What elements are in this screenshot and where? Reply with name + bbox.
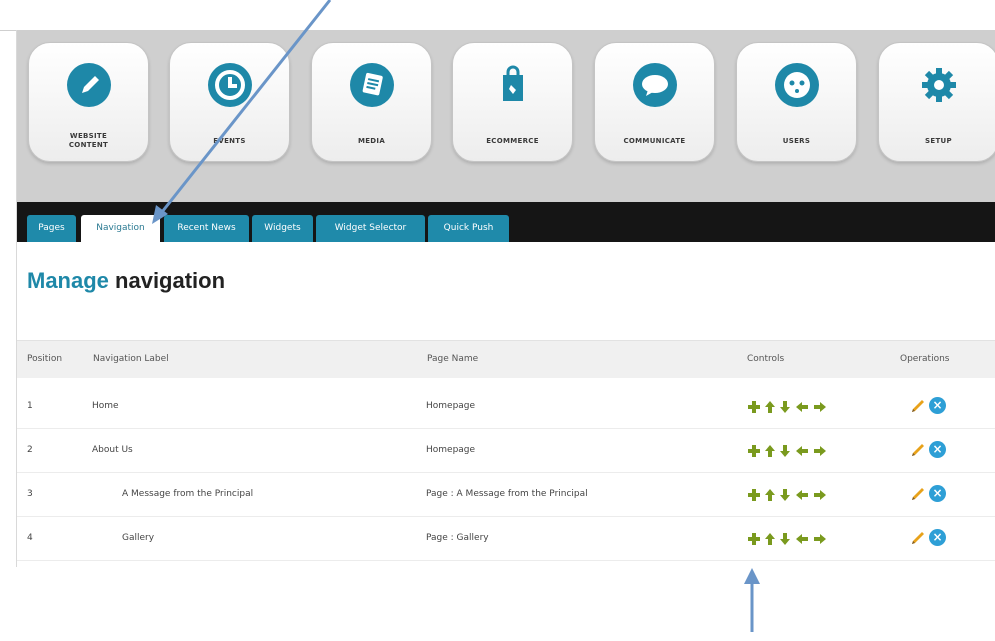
page-title: Manage navigation [27, 268, 226, 293]
tab-recent-news[interactable]: Recent News [164, 215, 249, 242]
row-position: 3 [27, 489, 33, 499]
move-up-icon[interactable] [763, 531, 777, 545]
indent-icon[interactable] [813, 487, 827, 501]
row-navigation-label: Gallery [122, 533, 155, 543]
module-users[interactable]: USERS [736, 42, 857, 162]
table-row: 3 A Message from the Principal Page : A … [16, 473, 995, 517]
move-up-icon[interactable] [763, 443, 777, 457]
row-page-name: Homepage [426, 445, 476, 455]
tab-bar: Pages Navigation Recent News Widgets Wid… [16, 202, 995, 242]
module-ecommerce[interactable]: ECOMMERCE [452, 42, 573, 162]
module-setup[interactable]: SETUP [878, 42, 995, 162]
tab-widgets[interactable]: Widgets [252, 215, 313, 242]
document-icon [349, 63, 394, 107]
module-label: SETUP [925, 137, 952, 145]
delete-icon[interactable]: × [929, 441, 946, 458]
annotation-arrowhead [744, 568, 760, 584]
shopping-bag-icon [491, 63, 535, 107]
table-row: 1 Home Homepage × [16, 385, 995, 429]
edit-icon[interactable] [909, 486, 927, 502]
add-icon[interactable] [747, 399, 761, 413]
tab-widget-selector[interactable]: Widget Selector [316, 215, 425, 242]
row-navigation-label: Home [92, 401, 119, 411]
edit-icon[interactable] [909, 442, 927, 458]
pencil-icon [66, 63, 111, 107]
header-page-name: Page Name [427, 354, 479, 364]
add-icon[interactable] [747, 531, 761, 545]
module-label: MEDIA [357, 137, 386, 145]
cms-window: WEBSITE CONTENT EVENTS MEDIA ECOMMERCE C… [16, 30, 995, 567]
outdent-icon[interactable] [795, 399, 809, 413]
header-operations: Operations [900, 354, 950, 364]
tab-pages[interactable]: Pages [27, 215, 76, 242]
table-row: 4 Gallery Page : Gallery × [16, 517, 995, 561]
row-page-name: Page : A Message from the Principal [426, 489, 588, 499]
face-icon [774, 63, 819, 107]
table-row: 2 About Us Homepage × [16, 429, 995, 473]
row-navigation-label: About Us [92, 445, 133, 455]
indent-icon[interactable] [813, 399, 827, 413]
header-position: Position [27, 354, 63, 364]
add-icon[interactable] [747, 487, 761, 501]
header-controls: Controls [747, 354, 785, 364]
tab-quick-push[interactable]: Quick Push [428, 215, 509, 242]
outdent-icon[interactable] [795, 443, 809, 457]
move-down-icon[interactable] [778, 531, 792, 545]
module-label: COMMUNICATE [623, 137, 686, 145]
delete-icon[interactable]: × [929, 397, 946, 414]
module-label: WEBSITE CONTENT [68, 132, 109, 149]
row-position: 1 [27, 401, 33, 411]
edit-icon[interactable] [909, 398, 927, 414]
move-up-icon[interactable] [763, 399, 777, 413]
module-label: USERS [782, 137, 811, 145]
edit-icon[interactable] [909, 530, 927, 546]
module-events[interactable]: EVENTS [169, 42, 290, 162]
left-border [16, 30, 17, 567]
header-navigation-label: Navigation Label [93, 354, 169, 364]
module-media[interactable]: MEDIA [311, 42, 432, 162]
module-label: EVENTS [213, 137, 246, 145]
top-border [0, 30, 16, 31]
clock-icon [207, 63, 252, 107]
move-down-icon[interactable] [778, 399, 792, 413]
indent-icon[interactable] [813, 443, 827, 457]
row-position: 4 [27, 533, 33, 543]
move-down-icon[interactable] [778, 443, 792, 457]
module-bar: WEBSITE CONTENT EVENTS MEDIA ECOMMERCE C… [16, 30, 995, 202]
row-position: 2 [27, 445, 33, 455]
row-navigation-label: A Message from the Principal [122, 489, 254, 499]
speech-bubble-icon [632, 63, 677, 107]
outdent-icon[interactable] [795, 487, 809, 501]
move-up-icon[interactable] [763, 487, 777, 501]
move-down-icon[interactable] [778, 487, 792, 501]
outdent-icon[interactable] [795, 531, 809, 545]
table-header: Position Navigation Label Page Name Cont… [16, 340, 995, 378]
indent-icon[interactable] [813, 531, 827, 545]
tab-navigation[interactable]: Navigation [81, 215, 160, 242]
module-website-content[interactable]: WEBSITE CONTENT [28, 42, 149, 162]
gear-icon [917, 63, 961, 107]
add-icon[interactable] [747, 443, 761, 457]
module-label: ECOMMERCE [486, 137, 539, 145]
module-communicate[interactable]: COMMUNICATE [594, 42, 715, 162]
delete-icon[interactable]: × [929, 529, 946, 546]
row-page-name: Page : Gallery [426, 533, 489, 543]
delete-icon[interactable]: × [929, 485, 946, 502]
row-page-name: Homepage [426, 401, 476, 411]
